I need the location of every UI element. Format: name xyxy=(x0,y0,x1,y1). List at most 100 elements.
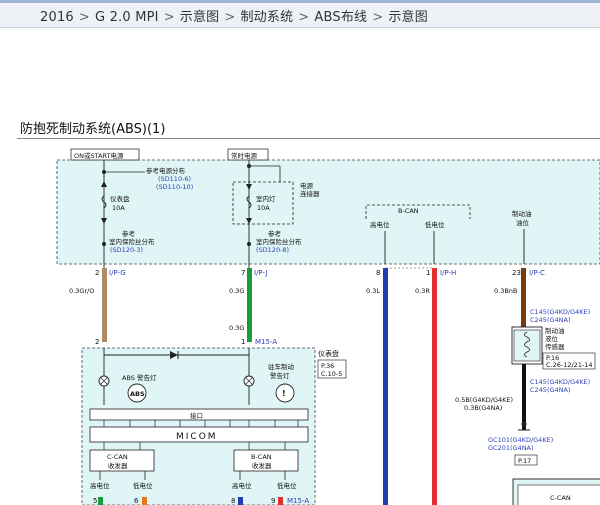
cluster-pin-left: 2 xyxy=(95,338,99,346)
bottom-pin-8: 8 xyxy=(231,497,235,505)
sensor-label-3: 传感器 xyxy=(545,342,565,351)
bottom-wire-green xyxy=(98,497,103,505)
sensor-body xyxy=(513,329,541,362)
breadcrumb-item-abs-wiring[interactable]: ABS布线 xyxy=(314,10,367,25)
bottom-conn[interactable]: M15-A xyxy=(287,497,309,505)
bcan-high-label: 高电位 xyxy=(370,220,390,229)
fuse-right-name: 室内灯 xyxy=(256,194,276,203)
power-tab-right-label: 常时电源 xyxy=(231,151,258,160)
cluster-pin-right: 1 xyxy=(241,338,245,346)
brake-fluid-label-1: 制动油 xyxy=(512,209,532,218)
wiring-diagram: ON或START电源 常时电源 参考电源分布 (SD110-6) (SD110-… xyxy=(56,148,600,505)
sensor-label-1: 制动油 xyxy=(545,326,565,335)
brake-fluid-label-2: 油位 xyxy=(516,218,530,227)
breadcrumb-item-engine[interactable]: G 2.0 MPI xyxy=(95,10,159,25)
ref-fuse-right-code[interactable]: (SD120-8) xyxy=(256,246,289,254)
bottom-pin-9: 9 xyxy=(271,497,275,505)
ccan-transceiver-label-2: 收发器 xyxy=(108,461,128,470)
c245-top[interactable]: C245(G4NA) xyxy=(530,316,571,324)
wire-bottom-label-2: 0.3B(G4NA) xyxy=(464,404,502,412)
breadcrumb-item-current[interactable]: 示意图 xyxy=(388,10,428,25)
c145-bottom[interactable]: C145(G4KD/G4KE) xyxy=(530,378,590,386)
wire-left xyxy=(102,268,107,342)
gc201[interactable]: GC201(G4NA) xyxy=(488,444,534,452)
park-brake-badge-glyph: ! xyxy=(282,389,286,398)
wire-23-label: 0.3BnB xyxy=(494,287,517,295)
ground-node xyxy=(521,421,527,427)
power-connector-label-1: 电源 xyxy=(300,181,314,190)
ccan-transceiver-label-1: C-CAN xyxy=(107,453,128,461)
breadcrumb-separator: > xyxy=(224,10,236,25)
pin-1: 1 xyxy=(426,269,430,277)
wire-black xyxy=(522,364,526,430)
wire-1-label: 0.3R xyxy=(415,287,430,295)
wire-bottom-label-1: 0.5B(G4KD/G4KE) xyxy=(455,396,513,404)
node xyxy=(102,242,106,246)
bottom-wire-orange xyxy=(142,497,147,505)
breadcrumb-separator: > xyxy=(78,10,90,25)
micom-label: MICOM xyxy=(176,432,218,442)
bottom-high-1: 高电位 xyxy=(90,481,110,490)
cluster-conn[interactable]: M15-A xyxy=(255,338,277,346)
c145-top[interactable]: C145(G4KD/G4KE) xyxy=(530,308,590,316)
bcan-transceiver-label-1: B-CAN xyxy=(251,453,272,461)
wire-brown xyxy=(521,268,526,328)
diagram-title-bar: 防抱死制动系统(ABS)(1) xyxy=(17,116,600,139)
bottom-low-1: 低电位 xyxy=(133,481,153,490)
park-warning-label-2: 警告灯 xyxy=(270,371,290,380)
cluster-ref-2: C.10-5 xyxy=(321,370,342,378)
wire-mid-label-1: 0.3G xyxy=(229,287,244,295)
node xyxy=(247,242,251,246)
pin-8: 8 xyxy=(376,269,380,277)
ground-ref: P.17 xyxy=(518,457,531,465)
cluster-label: 仪表盘 xyxy=(318,349,339,358)
power-connector-label-2: 连接器 xyxy=(300,189,320,198)
bcan-low-label: 低电位 xyxy=(425,220,445,229)
pin-left: 2 xyxy=(95,269,99,277)
ccan-right-label: C-CAN xyxy=(550,494,571,502)
c245-bottom[interactable]: C245(G4NA) xyxy=(530,386,571,394)
ref-power-code-2[interactable]: (SD110-10) xyxy=(156,183,193,191)
breadcrumb-bar: 2016 > G 2.0 MPI > 示意图 > 制动系统 > ABS布线 > 示意图 xyxy=(0,0,600,28)
page-title: 防抱死制动系统(ABS)(1) xyxy=(20,122,166,137)
breadcrumb-item-year[interactable]: 2016 xyxy=(40,10,74,25)
sensor-label-2: 液位 xyxy=(545,334,559,343)
pin-mid-conn[interactable]: I/P-J xyxy=(254,269,267,277)
wire-blue xyxy=(383,268,388,505)
abs-warning-label: ABS 警告灯 xyxy=(122,373,157,382)
pin-23: 23 xyxy=(512,269,521,277)
ref-power-code-1[interactable]: (SD110-6) xyxy=(158,175,191,183)
wire-left-label: 0.3Gr/O xyxy=(69,287,94,295)
ref-power-dist-label: 参考电源分布 xyxy=(146,166,186,175)
pin-left-conn[interactable]: I/P-G xyxy=(109,269,126,277)
bottom-wire-blue xyxy=(238,497,243,505)
bottom-wire-red xyxy=(278,497,283,505)
fuse-left-rating: 10A xyxy=(112,204,125,212)
breadcrumb-separator: > xyxy=(372,10,384,25)
breadcrumb-separator: > xyxy=(298,10,310,25)
park-warning-label-1: 驻车制动 xyxy=(268,362,295,371)
wire-green xyxy=(247,268,252,342)
pin-1-conn[interactable]: I/P-H xyxy=(440,269,456,277)
wire-mid-label-2: 0.3G xyxy=(229,324,244,332)
interface-label: 接口 xyxy=(190,411,203,420)
pin-mid: 7 xyxy=(241,269,245,277)
pin-23-conn[interactable]: I/P-C xyxy=(529,269,545,277)
cluster-ref-1: P.36 xyxy=(321,362,334,370)
breadcrumb-separator: > xyxy=(163,10,175,25)
ref-fuse-left-code[interactable]: (SD120-3) xyxy=(110,246,143,254)
bottom-pin-6: 6 xyxy=(134,497,139,505)
bottom-pin-5: 5 xyxy=(93,497,97,505)
bcan-label: B-CAN xyxy=(398,207,419,215)
bcan-transceiver-label-2: 收发器 xyxy=(252,461,272,470)
bottom-high-2: 高电位 xyxy=(232,481,252,490)
breadcrumb-item-brake-system[interactable]: 制动系统 xyxy=(240,10,293,25)
sensor-ref-2: C.26-12/21-14 xyxy=(546,361,593,369)
power-tab-left-label: ON或START电源 xyxy=(74,151,124,160)
breadcrumb-item-schematic[interactable]: 示意图 xyxy=(180,10,220,25)
breadcrumb: 2016 > G 2.0 MPI > 示意图 > 制动系统 > ABS布线 > 示意图 xyxy=(40,6,428,25)
wire-red xyxy=(432,268,437,505)
bottom-low-2: 低电位 xyxy=(277,481,297,490)
gc101[interactable]: GC101(G4KD/G4KE) xyxy=(488,436,553,444)
fuse-left-name: 仪表盘 xyxy=(110,194,130,203)
